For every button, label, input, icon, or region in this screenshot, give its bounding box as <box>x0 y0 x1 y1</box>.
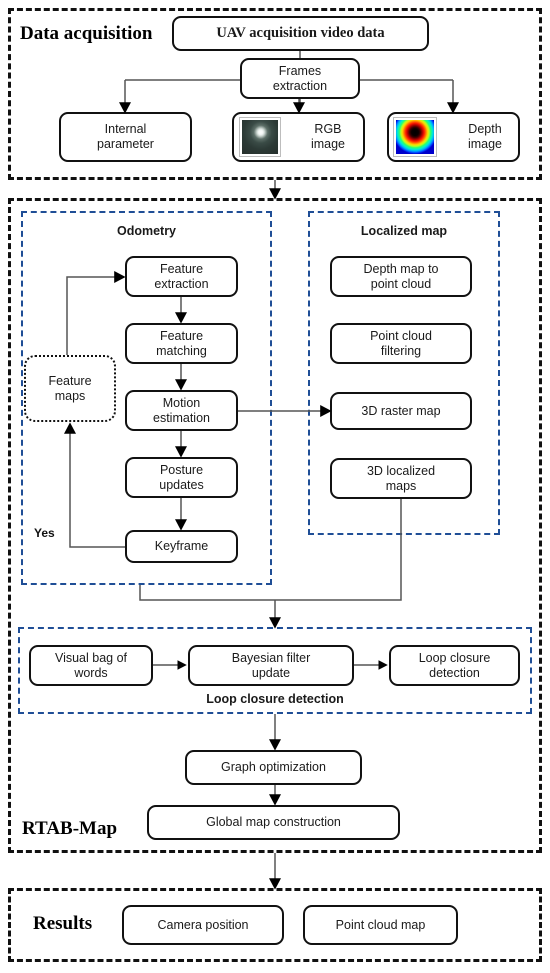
heading-results: Results <box>33 913 93 934</box>
box-frames-extraction[interactable]: Frames extraction <box>240 58 360 99</box>
label-yes: Yes <box>34 526 55 540</box>
box-posture-updates[interactable]: Posture updates <box>125 457 238 498</box>
box-motion-estimation[interactable]: Motion estimation <box>125 390 238 431</box>
box-point-cloud-filtering[interactable]: Point cloud filtering <box>330 323 472 364</box>
box-point-cloud-map[interactable]: Point cloud map <box>303 905 458 945</box>
box-feature-maps[interactable]: Feature maps <box>24 355 116 422</box>
box-camera-position[interactable]: Camera position <box>122 905 284 945</box>
box-keyframe[interactable]: Keyframe <box>125 530 238 563</box>
box-loop-closure-detection[interactable]: Loop closure detection <box>389 645 520 686</box>
box-internal-parameter[interactable]: Internal parameter <box>59 112 192 162</box>
group-title-localized-map: Localized map <box>360 224 448 238</box>
flowchart-canvas: Data acquisition UAV acquisition video d… <box>0 0 550 973</box>
heading-data-acquisition: Data acquisition <box>20 23 153 44</box>
box-bayesian-filter-update[interactable]: Bayesian filter update <box>188 645 354 686</box>
box-graph-optimization[interactable]: Graph optimization <box>185 750 362 785</box>
group-title-odometry: Odometry <box>116 224 177 238</box>
box-depth-map-to-point-cloud[interactable]: Depth map to point cloud <box>330 256 472 297</box>
box-uav-video-data[interactable]: UAV acquisition video data <box>172 16 429 51</box>
box-global-map-construction[interactable]: Global map construction <box>147 805 400 840</box>
heading-rtab-map: RTAB-Map <box>22 818 118 839</box>
box-feature-matching[interactable]: Feature matching <box>125 323 238 364</box>
box-3d-raster-map[interactable]: 3D raster map <box>330 392 472 430</box>
rgb-image-thumbnail <box>239 117 281 157</box>
box-3d-localized-maps[interactable]: 3D localized maps <box>330 458 472 499</box>
group-title-loop-closure-detection: Loop closure detection <box>206 692 344 706</box>
depth-image-thumbnail <box>393 117 437 157</box>
box-visual-bag-of-words[interactable]: Visual bag of words <box>29 645 153 686</box>
box-feature-extraction[interactable]: Feature extraction <box>125 256 238 297</box>
